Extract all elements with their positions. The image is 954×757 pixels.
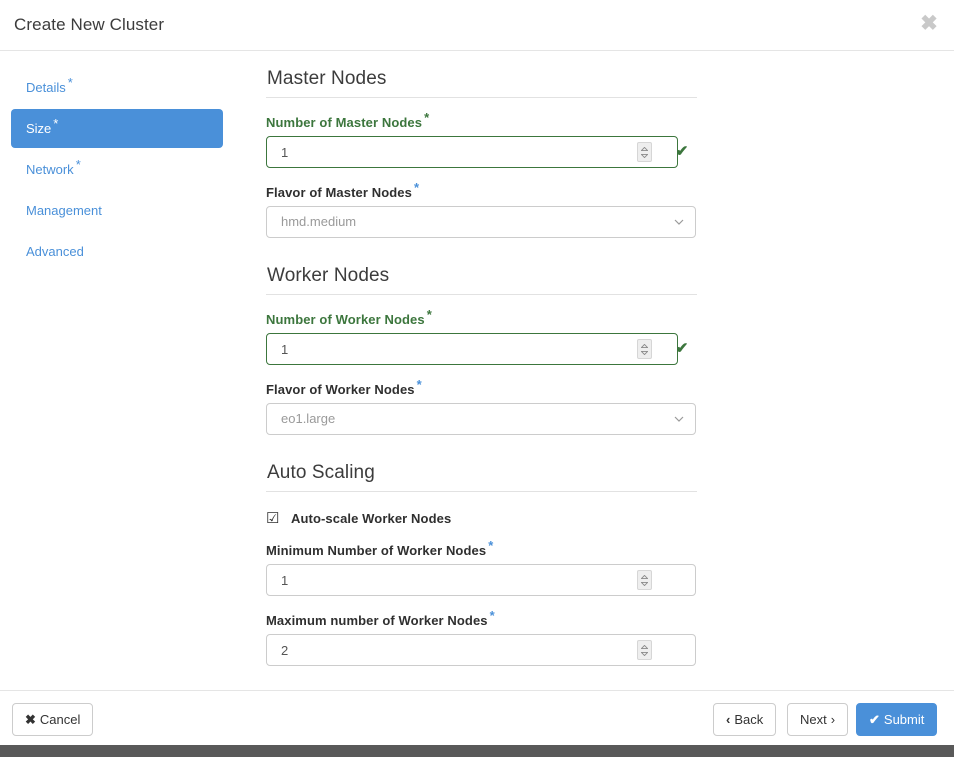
number-input-wrapper <box>266 634 697 666</box>
button-label: Next <box>800 712 827 727</box>
chevron-up-icon[interactable] <box>641 147 648 151</box>
label-text: Flavor of Worker Nodes <box>266 382 415 397</box>
button-label: Back <box>734 712 763 727</box>
close-icon[interactable]: ✖ <box>917 12 941 36</box>
required-marker: * <box>414 180 419 195</box>
sidebar-item-size[interactable]: Size* <box>11 109 223 148</box>
close-icon: ✖ <box>25 712 36 727</box>
required-marker: * <box>68 75 73 90</box>
required-marker: * <box>488 538 493 553</box>
field-number-of-worker-nodes: Number of Worker Nodes* ✔ <box>266 312 697 365</box>
input-maximum-number-of-worker-nodes[interactable] <box>266 634 696 666</box>
sidebar-item-label: Advanced <box>26 244 84 259</box>
required-marker: * <box>424 110 429 125</box>
checkbox-auto-scale-worker-nodes[interactable]: ☑ Auto-scale Worker Nodes <box>266 511 697 526</box>
select-wrapper: eo1.large <box>266 403 696 435</box>
spinner-number-of-worker-nodes[interactable] <box>637 339 652 359</box>
section-heading-auto-scaling: Auto Scaling <box>266 462 697 492</box>
next-button[interactable]: Next › <box>787 703 848 736</box>
button-label: Submit <box>884 712 924 727</box>
chevron-right-icon: › <box>831 712 835 727</box>
checkbox-label: Auto-scale Worker Nodes <box>291 511 451 526</box>
sidebar-item-label: Size <box>26 121 51 136</box>
modal-footer: ✖ Cancel ‹ Back Next › ✔ Submit <box>0 690 954 745</box>
field-maximum-number-of-worker-nodes: Maximum number of Worker Nodes* <box>266 613 697 666</box>
chevron-down-icon[interactable] <box>641 154 648 158</box>
checkbox-checked-icon[interactable]: ☑ <box>266 511 281 526</box>
number-input-wrapper <box>266 564 697 596</box>
required-marker: * <box>417 377 422 392</box>
section-heading-worker-nodes: Worker Nodes <box>266 265 697 295</box>
valid-check-icon: ✔ <box>673 340 691 358</box>
input-minimum-number-of-worker-nodes[interactable] <box>266 564 696 596</box>
number-input-wrapper: ✔ <box>266 333 697 365</box>
sidebar-item-label: Management <box>26 203 102 218</box>
label-text: Number of Master Nodes <box>266 115 422 130</box>
label-text: Maximum number of Worker Nodes <box>266 613 488 628</box>
chevron-up-icon[interactable] <box>641 645 648 649</box>
label-minimum-number-of-worker-nodes: Minimum Number of Worker Nodes* <box>266 543 697 558</box>
label-flavor-of-worker-nodes: Flavor of Worker Nodes* <box>266 382 697 397</box>
input-number-of-master-nodes[interactable] <box>266 136 678 168</box>
field-flavor-of-worker-nodes: Flavor of Worker Nodes* eo1.large <box>266 382 697 435</box>
required-marker: * <box>53 116 58 131</box>
wizard-step-nav: Details* Size* Network* Management Advan… <box>11 68 223 273</box>
check-icon: ✔ <box>869 712 880 727</box>
label-text: Minimum Number of Worker Nodes <box>266 543 486 558</box>
field-flavor-of-master-nodes: Flavor of Master Nodes* hmd.medium <box>266 185 697 238</box>
required-marker: * <box>490 608 495 623</box>
sidebar-item-advanced[interactable]: Advanced <box>11 232 223 271</box>
spinner-number-of-master-nodes[interactable] <box>637 142 652 162</box>
select-flavor-of-worker-nodes[interactable]: eo1.large <box>266 403 696 435</box>
modal-header: Create New Cluster ✖ <box>0 0 954 51</box>
page-title: Create New Cluster <box>14 15 164 35</box>
spinner-maximum-number-of-worker-nodes[interactable] <box>637 640 652 660</box>
sidebar-item-details[interactable]: Details* <box>11 68 223 107</box>
back-button[interactable]: ‹ Back <box>713 703 776 736</box>
select-flavor-of-master-nodes[interactable]: hmd.medium <box>266 206 696 238</box>
valid-check-icon: ✔ <box>673 143 691 161</box>
chevron-down-icon[interactable] <box>641 351 648 355</box>
field-number-of-master-nodes: Number of Master Nodes* ✔ <box>266 115 697 168</box>
page-bottom-bar <box>0 745 954 757</box>
field-minimum-number-of-worker-nodes: Minimum Number of Worker Nodes* <box>266 543 697 596</box>
sidebar-item-label: Details <box>26 80 66 95</box>
cancel-button[interactable]: ✖ Cancel <box>12 703 93 736</box>
label-text: Number of Worker Nodes <box>266 312 425 327</box>
form-panel: Master Nodes Number of Master Nodes* ✔ <box>266 68 697 666</box>
chevron-left-icon: ‹ <box>726 712 730 727</box>
button-label: Cancel <box>40 712 80 727</box>
input-number-of-worker-nodes[interactable] <box>266 333 678 365</box>
modal-body: Details* Size* Network* Management Advan… <box>0 51 954 690</box>
sidebar-item-label: Network <box>26 162 74 177</box>
submit-button[interactable]: ✔ Submit <box>856 703 937 736</box>
chevron-down-icon[interactable] <box>641 582 648 586</box>
label-flavor-of-master-nodes: Flavor of Master Nodes* <box>266 185 697 200</box>
chevron-up-icon[interactable] <box>641 344 648 348</box>
sidebar-item-network[interactable]: Network* <box>11 150 223 189</box>
section-heading-master-nodes: Master Nodes <box>266 68 697 98</box>
select-wrapper: hmd.medium <box>266 206 696 238</box>
chevron-down-icon[interactable] <box>641 652 648 656</box>
sidebar-item-management[interactable]: Management <box>11 191 223 230</box>
required-marker: * <box>76 157 81 172</box>
label-number-of-worker-nodes: Number of Worker Nodes* <box>266 312 697 327</box>
label-number-of-master-nodes: Number of Master Nodes* <box>266 115 697 130</box>
spinner-minimum-number-of-worker-nodes[interactable] <box>637 570 652 590</box>
chevron-up-icon[interactable] <box>641 575 648 579</box>
label-maximum-number-of-worker-nodes: Maximum number of Worker Nodes* <box>266 613 697 628</box>
label-text: Flavor of Master Nodes <box>266 185 412 200</box>
required-marker: * <box>427 307 432 322</box>
number-input-wrapper: ✔ <box>266 136 697 168</box>
